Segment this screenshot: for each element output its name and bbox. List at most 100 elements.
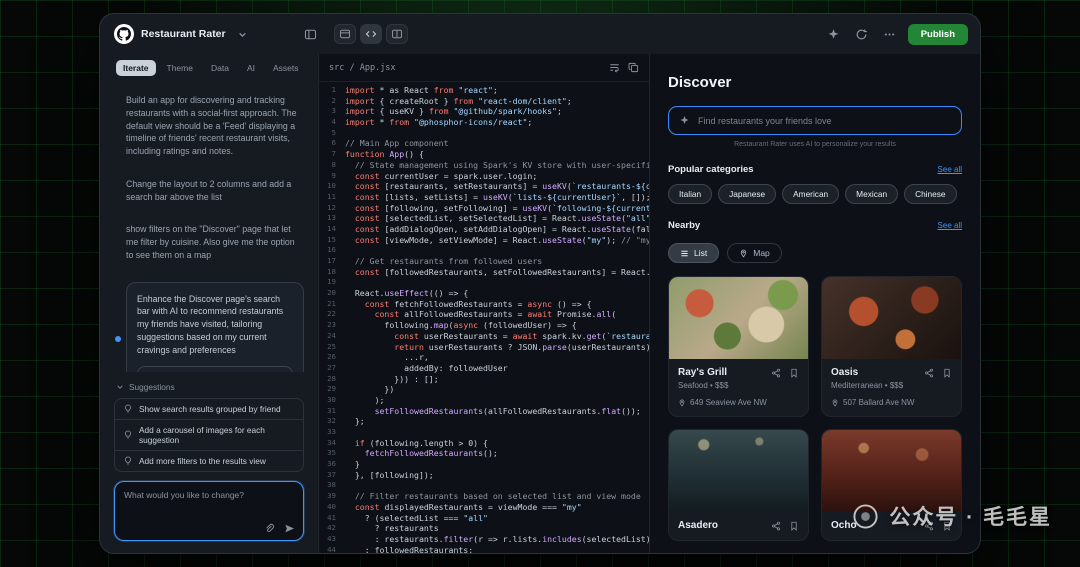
chevron-down-icon bbox=[117, 385, 123, 389]
share-icon[interactable] bbox=[924, 368, 934, 378]
code-line: 9 const currentUser = spark.user.login; bbox=[331, 170, 538, 181]
copy-icon[interactable] bbox=[628, 62, 639, 73]
attachment-icon[interactable] bbox=[264, 523, 275, 534]
github-logo bbox=[114, 24, 134, 44]
split-view-button[interactable] bbox=[386, 24, 408, 44]
suggestion-item[interactable]: Add a carousel of images for each sugges… bbox=[115, 419, 303, 450]
ai-sparkle-icon bbox=[680, 116, 689, 125]
page-title: Discover bbox=[668, 74, 732, 91]
code-line: 11 const [lists, setLists] = useKV(`list… bbox=[327, 191, 649, 202]
restaurant-search-box bbox=[668, 106, 962, 135]
code-line: 13 const [selectedList, setSelectedList]… bbox=[327, 213, 649, 224]
code-line: 41 ? (selectedList === "all" bbox=[327, 512, 488, 523]
message-list: Build an app for discovering and trackin… bbox=[126, 94, 304, 262]
code-line: 12 const [following, setFollowing] = use… bbox=[327, 202, 649, 213]
list-view-button[interactable]: List bbox=[668, 243, 720, 263]
code-line: 42 ? restaurants bbox=[327, 523, 439, 534]
code-line: 14 const [addDialogOpen, setAddDialogOpe… bbox=[327, 223, 649, 234]
share-icon[interactable] bbox=[771, 368, 781, 378]
code-line: 17 // Get restaurants from followed user… bbox=[327, 256, 543, 266]
app-preview: Discover Restaurant Rater uses AI to per… bbox=[650, 54, 980, 553]
category-pill-american[interactable]: American bbox=[782, 184, 840, 204]
suggestions-header[interactable]: Suggestions bbox=[114, 378, 304, 398]
preview-pane-button[interactable] bbox=[334, 24, 356, 44]
tab-theme[interactable]: Theme bbox=[160, 60, 200, 76]
category-pill-japanese[interactable]: Japanese bbox=[718, 184, 777, 204]
address-text: 649 Seaview Ave NW bbox=[690, 398, 767, 407]
collapse-sidebar-button[interactable] bbox=[300, 24, 320, 44]
suggestions-list: Show search results grouped by friend Ad… bbox=[114, 398, 304, 472]
restaurant-subtitle: Seafood • $$$ bbox=[678, 381, 729, 390]
bookmark-icon[interactable] bbox=[789, 521, 799, 531]
tab-assets[interactable]: Assets bbox=[266, 60, 306, 76]
sidebar-tabs: Iterate Theme Data AI Assets bbox=[100, 54, 318, 84]
user-message[interactable]: Change the layout to 2 columns and add a… bbox=[126, 178, 304, 204]
map-pin-icon bbox=[741, 249, 747, 258]
tab-data[interactable]: Data bbox=[204, 60, 236, 76]
restaurant-search-input[interactable] bbox=[698, 115, 951, 126]
category-pill-mexican[interactable]: Mexican bbox=[845, 184, 899, 204]
code-line: 1 import * as React from "react"; bbox=[331, 85, 498, 95]
suggestion-item[interactable]: Show search results grouped by friend bbox=[115, 399, 303, 419]
restaurant-photo bbox=[822, 430, 961, 512]
title-bar-left: Restaurant Rater bbox=[114, 24, 320, 44]
share-icon[interactable] bbox=[771, 521, 781, 531]
nearby-header: Nearby See all bbox=[668, 220, 962, 231]
refresh-icon[interactable] bbox=[852, 24, 872, 44]
tab-iterate[interactable]: Iterate bbox=[116, 60, 156, 76]
bookmark-icon[interactable] bbox=[789, 368, 799, 378]
category-pill-italian[interactable]: Italian bbox=[668, 184, 713, 204]
active-message-text: Enhance the Discover page's search bar w… bbox=[137, 293, 284, 355]
code-line: 36 } bbox=[327, 459, 360, 470]
code-line: 10 const [restaurants, setRestaurants] =… bbox=[327, 181, 649, 192]
app-menu-caret[interactable] bbox=[233, 24, 253, 44]
popular-see-all-link[interactable]: See all bbox=[938, 165, 962, 174]
send-icon[interactable] bbox=[284, 523, 295, 534]
list-map-toggle: List Map bbox=[668, 243, 962, 263]
code-line: 21 const fetchFollowedRestaurants = asyn… bbox=[327, 298, 592, 309]
map-view-button[interactable]: Map bbox=[727, 243, 782, 263]
code-line: 26 ...r, bbox=[327, 352, 429, 363]
lightbulb-icon bbox=[125, 404, 131, 413]
restaurant-card[interactable]: Asadero bbox=[668, 429, 809, 541]
suggestion-item[interactable]: Add more filters to the results view bbox=[115, 450, 303, 471]
soft-wrap-icon[interactable] bbox=[609, 62, 620, 73]
search-hint: Restaurant Rater uses AI to personalize … bbox=[734, 141, 896, 148]
code-line: 16 bbox=[327, 245, 336, 255]
code-line: 34 if (following.length > 0) { bbox=[327, 437, 488, 448]
file-breadcrumb: src / App.jsx bbox=[329, 62, 396, 73]
code-line: 38 bbox=[327, 480, 336, 490]
nearby-see-all-link[interactable]: See all bbox=[938, 221, 962, 230]
category-pill-chinese[interactable]: Chinese bbox=[904, 184, 957, 204]
made-changes-button[interactable]: Made 2 changes bbox=[137, 366, 293, 372]
editor-toolbar: src / App.jsx bbox=[319, 54, 649, 82]
code-line: 5 bbox=[331, 127, 336, 137]
code-line: 44 : followedRestaurants; bbox=[327, 544, 474, 553]
bookmark-icon[interactable] bbox=[942, 368, 952, 378]
publish-button[interactable]: Publish bbox=[907, 23, 968, 45]
code-line: 3 import { useKV } from "@github/spark/ho… bbox=[331, 106, 562, 117]
suggestion-label: Add more filters to the results view bbox=[139, 456, 266, 466]
restaurant-card[interactable]: Ray's Grill Seafood • $$$ 649 Seaview Av… bbox=[668, 276, 809, 417]
code-line: 24 const userRestaurants = await spark.k… bbox=[327, 330, 649, 341]
desktop-background: { "header": { "app_title": "Restaurant R… bbox=[0, 0, 1080, 567]
restaurant-address: 649 Seaview Ave NW bbox=[678, 398, 799, 407]
code-line: 28 })) : []; bbox=[327, 373, 439, 384]
sparkle-icon[interactable] bbox=[824, 24, 844, 44]
restaurant-card[interactable]: Oasis Mediterranean • $$$ 507 Ballard Av… bbox=[821, 276, 962, 417]
code-view-button[interactable] bbox=[360, 24, 382, 44]
lightbulb-icon bbox=[125, 456, 131, 465]
restaurant-subtitle: Mediterranean • $$$ bbox=[831, 381, 904, 390]
suggestion-label: Add a carousel of images for each sugges… bbox=[139, 425, 265, 445]
more-options-icon[interactable] bbox=[880, 24, 900, 44]
restaurant-name: Oasis bbox=[831, 367, 859, 378]
lightbulb-icon bbox=[125, 430, 131, 439]
iterate-sidebar: Iterate Theme Data AI Assets Build an app fo… bbox=[100, 54, 318, 553]
code-lines[interactable]: 1 import * as React from "react"; 2 import … bbox=[319, 82, 649, 553]
active-message-card[interactable]: Enhance the Discover page's search bar w… bbox=[115, 281, 304, 372]
restaurant-photo bbox=[669, 277, 808, 359]
user-message[interactable]: show filters on the "Discover" page that… bbox=[126, 223, 304, 261]
user-message[interactable]: Build an app for discovering and trackin… bbox=[126, 94, 304, 158]
suggestions-section: Suggestions Show search results grouped … bbox=[100, 372, 318, 472]
tab-ai[interactable]: AI bbox=[240, 60, 262, 76]
